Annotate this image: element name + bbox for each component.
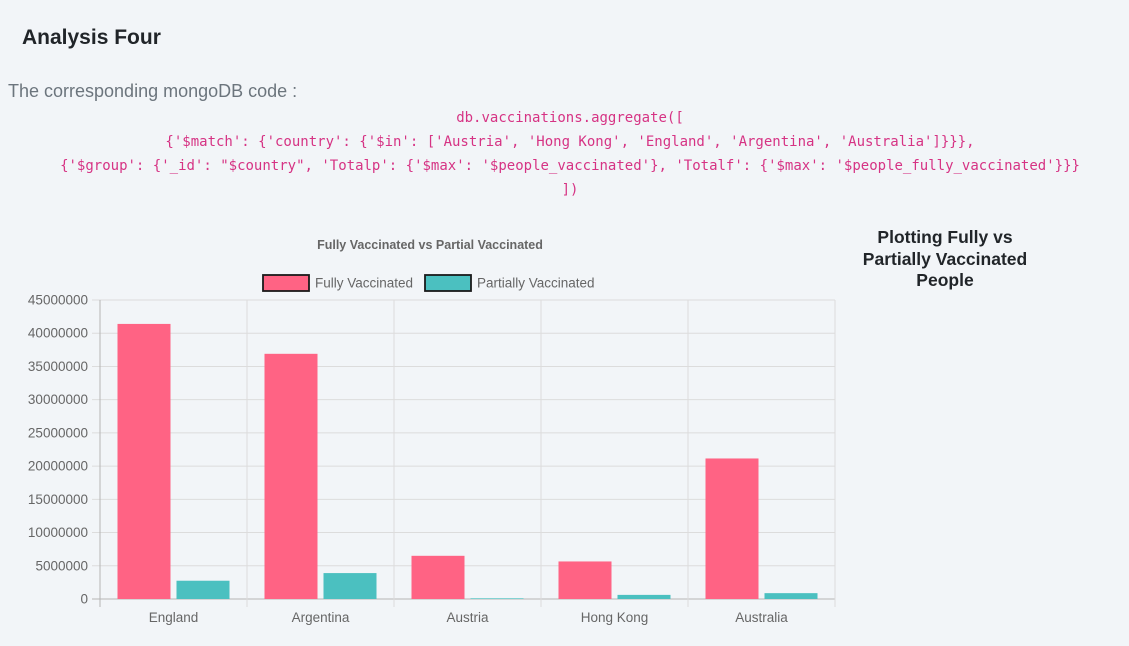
bar-fully-australia <box>705 458 759 599</box>
bar-fully-argentina <box>264 353 318 599</box>
x-category-label: Argentina <box>292 610 350 625</box>
y-tick-label: 25000000 <box>28 425 88 440</box>
y-tick-label: 10000000 <box>28 525 88 540</box>
bar-partially-england <box>176 580 230 599</box>
chart-legend: Fully Vaccinated Partially Vaccinated <box>262 274 595 292</box>
y-tick-label: 5000000 <box>35 558 88 573</box>
vaccination-bar-chart: Fully Vaccinated vs Partial Vaccinated F… <box>28 238 836 625</box>
legend-swatch-partially <box>424 274 472 292</box>
legend-label: Fully Vaccinated <box>315 276 413 291</box>
y-tick-label: 20000000 <box>28 459 88 474</box>
code-intro-text: The corresponding mongoDB code : <box>8 81 298 101</box>
y-tick-label: 40000000 <box>28 326 88 341</box>
chart-bars <box>117 323 818 599</box>
bar-partially-argentina <box>323 573 377 599</box>
bar-fully-hong-kong <box>558 561 612 599</box>
bar-partially-hong-kong <box>617 594 671 599</box>
x-category-label: Australia <box>735 610 788 625</box>
code-line: db.vaccinations.aggregate([ <box>456 110 684 126</box>
bar-partially-australia <box>764 593 818 599</box>
y-tick-label: 45000000 <box>28 293 88 308</box>
chart-title: Fully Vaccinated vs Partial Vaccinated <box>317 238 543 252</box>
x-category-label: Hong Kong <box>581 610 649 625</box>
y-tick-label: 15000000 <box>28 492 88 507</box>
y-tick-label: 30000000 <box>28 392 88 407</box>
legend-swatch-fully <box>262 274 310 292</box>
bar-fully-england <box>117 323 171 599</box>
mongodb-code-block: db.vaccinations.aggregate([ {'$match': {… <box>0 106 1129 202</box>
code-line: ]) <box>561 182 579 198</box>
x-category-label: England <box>149 610 199 625</box>
page-heading: Analysis Four <box>22 26 161 49</box>
side-title: Plotting Fully vs Partially Vaccinated P… <box>862 227 1028 290</box>
legend-label: Partially Vaccinated <box>477 276 595 291</box>
code-line: {'$match': {'country': {'$in': ['Austria… <box>165 134 975 150</box>
y-tick-label: 0 <box>80 592 88 607</box>
bar-partially-austria <box>470 598 524 599</box>
bar-fully-austria <box>411 555 465 599</box>
code-line: {'$group': {'_id': "$country", 'Totalp':… <box>60 158 1080 174</box>
y-tick-label: 35000000 <box>28 359 88 374</box>
x-category-label: Austria <box>446 610 489 625</box>
